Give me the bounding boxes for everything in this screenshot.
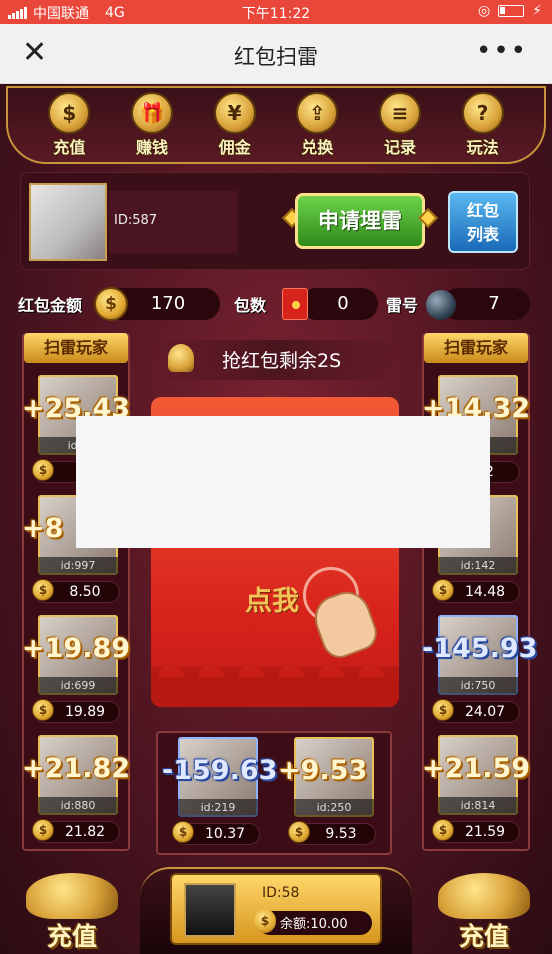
player-id: id:880 [38, 797, 118, 815]
battery-icon [498, 5, 525, 17]
player-id: id:997 [38, 557, 118, 575]
amount-label: 红包金额 [18, 296, 83, 315]
status-right: ◎ ⚡ [478, 3, 542, 19]
rotation-lock-icon: ◎ [477, 3, 491, 19]
count-value: 0 [300, 288, 378, 320]
my-id: ID:58 [262, 885, 300, 901]
floating-result: -145.93 [422, 633, 538, 664]
menu-item-label: 佣金 [218, 138, 251, 157]
floating-result: -159.63 [162, 755, 278, 786]
menu-item-label: 兑换 [301, 138, 334, 157]
mine-label: 雷号 [386, 296, 419, 315]
coin-stack-icon: $ [48, 92, 91, 134]
side-header: 扫雷玩家 [424, 333, 528, 363]
page-title: 红包扫雷 [234, 45, 318, 69]
player-id: id:219 [178, 799, 258, 817]
menu-item-2[interactable]: ¥ 佣金 [205, 92, 265, 158]
floating-result: +21.82 [22, 753, 131, 784]
player-id: id:750 [438, 677, 518, 695]
coin-icon: $ [432, 699, 454, 721]
countdown-text: 抢红包剩余2S [222, 350, 342, 372]
red-packet-icon [282, 288, 308, 320]
charging-icon: ⚡ [532, 3, 542, 19]
red-packet-wave [151, 657, 399, 707]
clock: 下午11:22 [241, 6, 311, 22]
my-info-card: ID:58 $ 余额:10.00 [170, 873, 382, 945]
coin-icon: $ [172, 821, 194, 843]
floating-result: +21.59 [422, 753, 531, 784]
avatar [29, 183, 107, 261]
recharge-button-right[interactable]: 充值 [432, 869, 536, 954]
coin-icon: $ [32, 579, 54, 601]
tap-me-label[interactable]: 点我 [245, 579, 299, 618]
floating-result: +9.53 [278, 755, 368, 786]
stats-row: 红包金额 170 $ 包数 0 雷号 7 [16, 285, 536, 323]
recharge-button-left[interactable]: 充值 [20, 869, 124, 954]
menu-item-label: 赚钱 [135, 138, 168, 157]
menu-item-0[interactable]: $ 充值 [39, 92, 99, 158]
menu-item-label: 记录 [383, 138, 416, 157]
menu-item-5[interactable]: ? 玩法 [453, 92, 513, 158]
coin-icon: $ [32, 699, 54, 721]
my-player-panel: ID:587 申请埋雷 红包列表 [20, 172, 530, 270]
my-balance: 余额:10.00 [280, 917, 348, 932]
red-packet-list-button[interactable]: 红包列表 [448, 191, 518, 253]
coin-icon: $ [254, 909, 276, 933]
coin-icon: $ [432, 819, 454, 841]
red-packet-list-label: 红包列表 [466, 201, 499, 244]
exchange-icon: ⇪ [296, 92, 339, 134]
menu-item-3[interactable]: ⇪ 兑换 [287, 92, 347, 158]
apply-mine-button[interactable]: 申请埋雷 [282, 189, 438, 253]
menu-item-label: 充值 [53, 138, 86, 157]
title-bar: ✕ 红包扫雷 ••• [0, 24, 552, 84]
right-players-column: 扫雷玩家 32$+14.32id:14214.48$48id:75024.07$… [422, 333, 537, 851]
menu-item-label: 玩法 [466, 138, 499, 157]
my-id: ID:587 [114, 213, 158, 228]
game-area: $ 充值 🎁 赚钱 ¥ 佣金 ⇪ 兑换 ≡ 记录? 玩法 ID:587 申请埋雷 红包列表 红包金额… [0, 84, 552, 954]
gold-coins-icon [438, 873, 530, 919]
money-bag-icon: ¥ [213, 92, 256, 134]
my-id-box: ID:587 [109, 191, 237, 253]
floating-result: +19.89 [22, 633, 131, 664]
bell-icon [168, 344, 194, 372]
coin-icon: $ [32, 819, 54, 841]
bottom-bar: ID:58 $ 余额:10.00 [140, 867, 412, 954]
coin-icon: $ [94, 287, 128, 321]
player-id: id:142 [438, 557, 518, 575]
record-icon: ≡ [378, 92, 421, 134]
coin-icon: $ [432, 579, 454, 601]
player-id: id:814 [438, 797, 518, 815]
coin-icon: $ [288, 821, 310, 843]
menu-item-4[interactable]: ≡ 记录 [370, 92, 430, 158]
countdown-banner: 抢红包剩余2S [160, 340, 394, 380]
recharge-label: 充值 [46, 922, 97, 951]
bottom-players-panel: id:219 10.37 $ -159.63 id:250 9.53 $ +9.53 [156, 731, 392, 855]
player-id: id:699 [38, 677, 118, 695]
status-bar: 中国联通 4G 下午11:22 ◎ ⚡ [0, 0, 552, 24]
bomb-icon [426, 290, 456, 320]
gold-coins-icon [26, 873, 118, 919]
apply-mine-label: 申请埋雷 [295, 193, 425, 249]
top-menu: $ 充值 🎁 赚钱 ¥ 佣金 ⇪ 兑换 ≡ 记录? 玩法 [6, 86, 546, 164]
more-options-icon[interactable]: ••• [476, 36, 528, 66]
left-players-column: 扫雷玩家 id:325$+25.43id:9978.50$+8id:69919.… [22, 333, 130, 851]
help-icon: ? [461, 92, 504, 134]
gift-icon: 🎁 [130, 92, 173, 134]
coin-icon: $ [32, 459, 54, 481]
recharge-label: 充值 [458, 922, 509, 951]
menu-item-1[interactable]: 🎁 赚钱 [122, 92, 182, 158]
floating-result: +8 [22, 513, 64, 544]
count-label: 包数 [234, 296, 267, 315]
overlay-blank-box [76, 416, 490, 548]
avatar [184, 883, 236, 937]
side-header: 扫雷玩家 [24, 333, 128, 363]
player-id: id:250 [294, 799, 374, 817]
